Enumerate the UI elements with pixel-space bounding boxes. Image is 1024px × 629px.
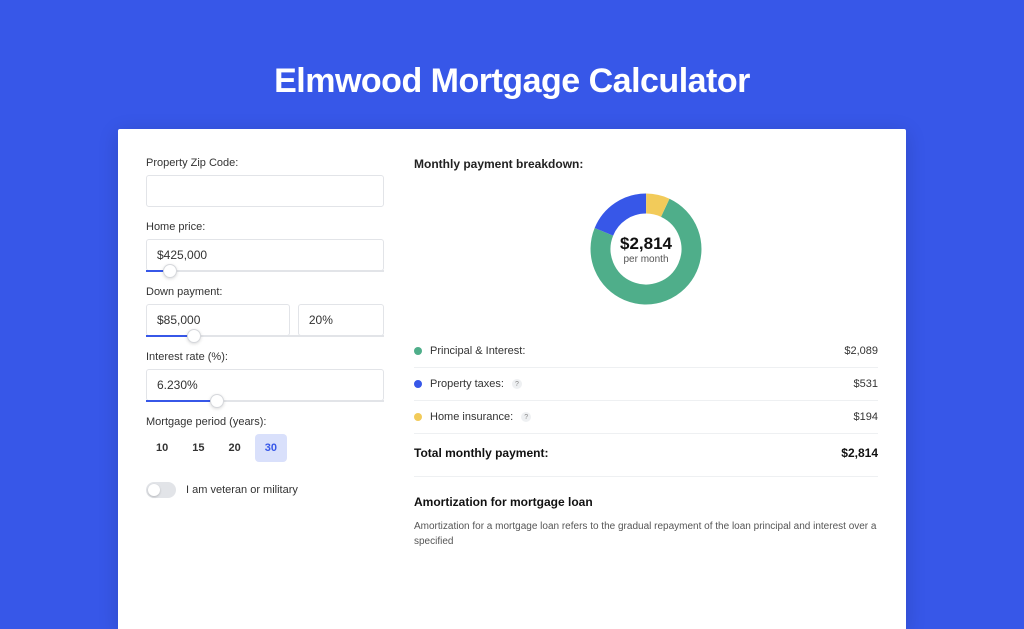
interest-rate-field: Interest rate (%): <box>146 351 384 402</box>
down-payment-row <box>146 304 384 336</box>
donut-amount: $2,814 <box>620 234 672 254</box>
help-icon[interactable]: ? <box>521 412 531 422</box>
period-buttons: 10 15 20 30 <box>146 434 384 462</box>
total-label: Total monthly payment: <box>414 446 548 460</box>
donut-segment <box>646 204 665 208</box>
interest-rate-input[interactable] <box>146 369 384 401</box>
interest-rate-slider-fill <box>146 400 217 402</box>
donut-chart: $2,814 per month <box>414 179 878 319</box>
page-title: Elmwood Mortgage Calculator <box>274 62 750 101</box>
zip-input[interactable] <box>146 175 384 207</box>
legend-value: $194 <box>854 411 878 423</box>
period-btn-30[interactable]: 30 <box>255 434 287 462</box>
down-payment-field: Down payment: <box>146 286 384 337</box>
page: Elmwood Mortgage Calculator Property Zip… <box>0 0 1024 512</box>
period-field: Mortgage period (years): 10 15 20 30 <box>146 416 384 462</box>
results-panel: Monthly payment breakdown: $2,814 per mo… <box>414 157 878 629</box>
amortization-text: Amortization for a mortgage loan refers … <box>414 519 878 549</box>
zip-field: Property Zip Code: <box>146 157 384 207</box>
legend-dot <box>414 347 422 355</box>
legend-label: Home insurance: <box>430 411 513 423</box>
legend-row-principal: Principal & Interest: $2,089 <box>414 335 878 368</box>
home-price-slider-thumb[interactable] <box>163 264 177 278</box>
period-btn-15[interactable]: 15 <box>182 434 214 462</box>
interest-rate-slider-thumb[interactable] <box>210 394 224 408</box>
home-price-input[interactable] <box>146 239 384 271</box>
legend-label: Principal & Interest: <box>430 345 525 357</box>
veteran-toggle-label: I am veteran or military <box>186 484 298 496</box>
calculator-card: Property Zip Code: Home price: Down paym… <box>118 129 906 629</box>
total-row: Total monthly payment: $2,814 <box>414 434 878 477</box>
down-payment-label: Down payment: <box>146 286 384 298</box>
breakdown-title: Monthly payment breakdown: <box>414 157 878 171</box>
home-price-slider[interactable] <box>146 270 384 272</box>
down-payment-slider[interactable] <box>146 335 384 337</box>
down-payment-pct-input[interactable] <box>298 304 384 336</box>
help-icon[interactable]: ? <box>512 379 522 389</box>
down-payment-amount-input[interactable] <box>146 304 290 336</box>
down-payment-slider-thumb[interactable] <box>187 329 201 343</box>
amortization-title: Amortization for mortgage loan <box>414 495 878 509</box>
zip-label: Property Zip Code: <box>146 157 384 169</box>
legend: Principal & Interest: $2,089 Property ta… <box>414 335 878 434</box>
interest-rate-label: Interest rate (%): <box>146 351 384 363</box>
veteran-toggle-knob <box>148 484 160 496</box>
veteran-toggle-row: I am veteran or military <box>146 482 384 498</box>
legend-row-insurance: Home insurance: ? $194 <box>414 401 878 434</box>
legend-row-taxes: Property taxes: ? $531 <box>414 368 878 401</box>
legend-dot <box>414 380 422 388</box>
donut-sub: per month <box>623 254 668 265</box>
interest-rate-slider[interactable] <box>146 400 384 402</box>
period-btn-20[interactable]: 20 <box>219 434 251 462</box>
legend-dot <box>414 413 422 421</box>
donut-segment <box>604 204 646 232</box>
period-label: Mortgage period (years): <box>146 416 384 428</box>
home-price-label: Home price: <box>146 221 384 233</box>
legend-value: $531 <box>854 378 878 390</box>
input-panel: Property Zip Code: Home price: Down paym… <box>146 157 384 629</box>
home-price-field: Home price: <box>146 221 384 272</box>
donut-center: $2,814 per month <box>620 234 672 265</box>
period-btn-10[interactable]: 10 <box>146 434 178 462</box>
legend-value: $2,089 <box>844 345 878 357</box>
legend-label: Property taxes: <box>430 378 504 390</box>
total-value: $2,814 <box>841 446 878 460</box>
veteran-toggle[interactable] <box>146 482 176 498</box>
